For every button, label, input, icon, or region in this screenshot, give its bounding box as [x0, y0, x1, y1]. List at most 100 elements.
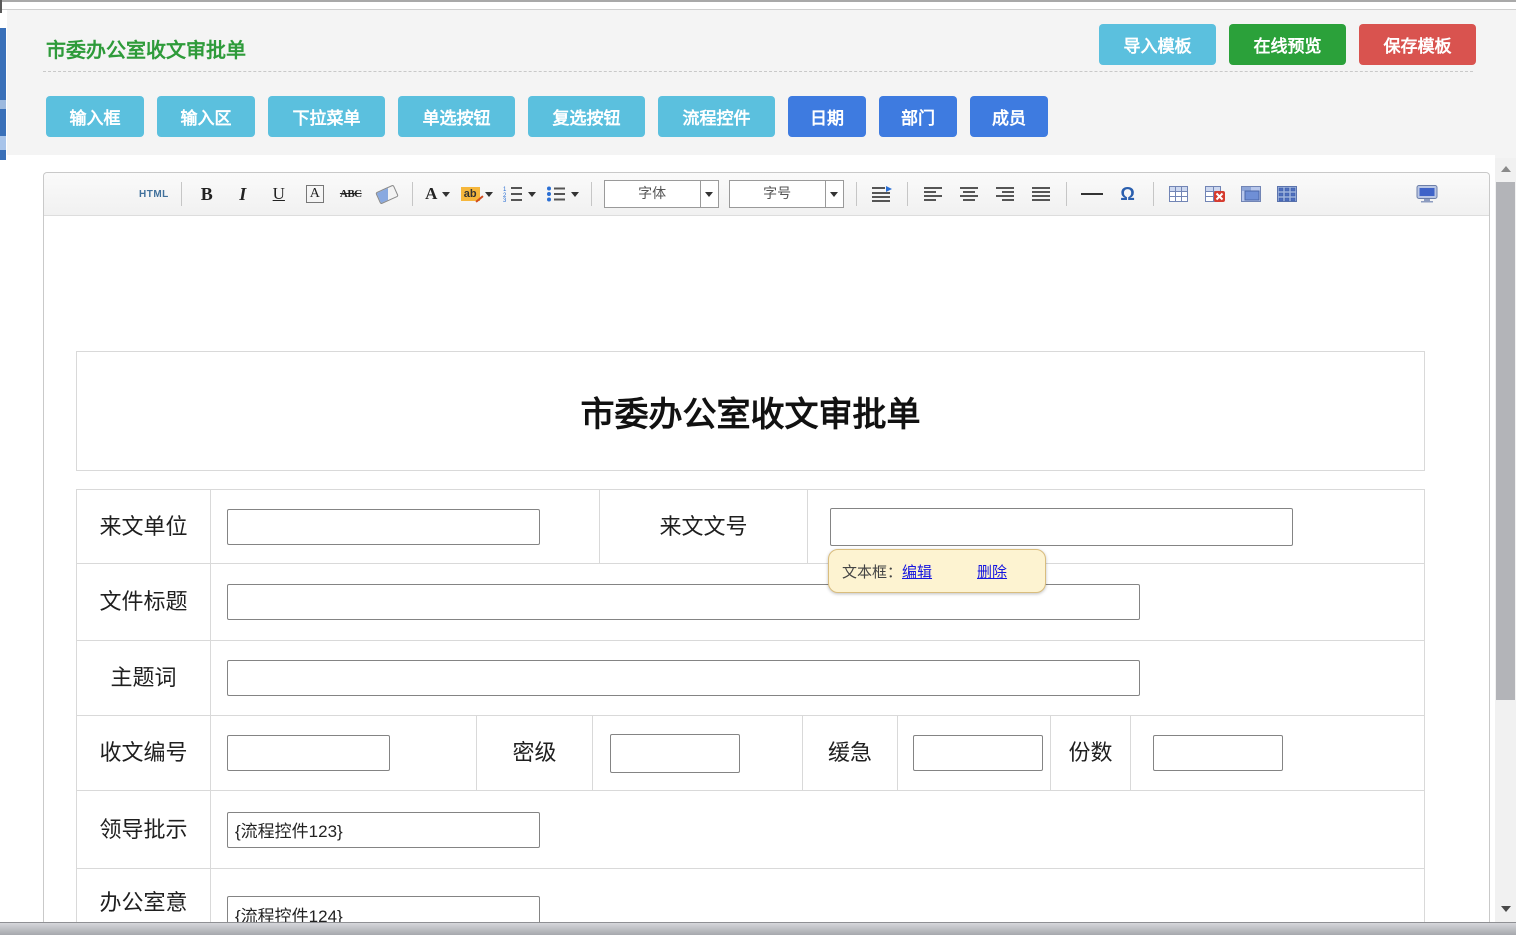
scroll-up-button[interactable]	[1495, 158, 1516, 180]
indent-icon	[872, 186, 892, 202]
indent-button[interactable]	[866, 180, 898, 208]
palette-checkbox-button[interactable]: 复选按钮	[528, 96, 645, 137]
table-row: 收文编号 密级 缓急 份数	[76, 716, 1425, 791]
dashed-divider	[43, 71, 1473, 72]
table-icon	[1169, 186, 1188, 202]
bold-button[interactable]: B	[191, 180, 223, 208]
table-cell-icon	[1241, 186, 1261, 202]
ordered-list-button[interactable]: 1 2 3	[500, 180, 539, 208]
highlight-icon: ab	[461, 187, 480, 201]
unordered-list-icon	[546, 186, 566, 202]
field-label: 主题词	[110, 662, 176, 694]
subject-words-input[interactable]	[227, 660, 1140, 696]
align-center-button[interactable]	[953, 180, 985, 208]
component-palette: 输入框 输入区 下拉菜单 单选按钮 复选按钮 流程控件 日期 部门 成员	[46, 96, 1048, 137]
vertical-scrollbar[interactable]	[1495, 158, 1516, 922]
format-block-button[interactable]: A	[299, 180, 331, 208]
leader-instructions-input[interactable]	[227, 812, 540, 848]
background-window-strip	[0, 28, 6, 160]
ordered-list-icon: 1 2 3	[503, 186, 523, 202]
import-template-button[interactable]: 导入模板	[1099, 24, 1216, 65]
editor-canvas[interactable]: 市委办公室收文审批单 来文单位 来文文号	[44, 216, 1489, 922]
app-header: 市委办公室收文审批单 导入模板 在线预览 保存模板 输入框 输入区 下拉菜单 单…	[7, 10, 1495, 155]
delete-control-link[interactable]: 删除	[977, 561, 1007, 582]
palette-date-button[interactable]: 日期	[788, 96, 866, 137]
italic-button[interactable]: I	[227, 180, 259, 208]
horizontal-rule-icon	[1081, 193, 1103, 195]
align-justify-button[interactable]	[1025, 180, 1057, 208]
palette-textarea-button[interactable]: 输入区	[157, 96, 255, 137]
editor-toolbar: HTML B I U A ABC A ab 1 2 3	[44, 173, 1489, 216]
align-justify-icon	[1032, 187, 1050, 201]
toolbar-separator	[412, 182, 413, 206]
secrecy-level-input[interactable]	[610, 734, 740, 773]
special-char-button[interactable]: Ω	[1112, 180, 1144, 208]
font-color-button[interactable]: A	[422, 180, 454, 208]
palette-radio-button[interactable]: 单选按钮	[398, 96, 515, 137]
horizontal-rule-button[interactable]	[1076, 180, 1108, 208]
insert-table-button[interactable]	[1163, 180, 1195, 208]
field-label: 办公室意见	[93, 887, 194, 922]
font-size-select[interactable]: 字号	[729, 180, 844, 208]
copies-count-input[interactable]	[1153, 735, 1283, 771]
arrow-down-icon	[1501, 906, 1511, 912]
font-size-value: 字号	[730, 181, 825, 207]
palette-member-button[interactable]: 成员	[970, 96, 1048, 137]
svg-text:3: 3	[503, 198, 507, 202]
edit-control-link[interactable]: 编辑	[902, 561, 932, 582]
scrollbar-column	[1495, 10, 1516, 922]
palette-flow-control-button[interactable]: 流程控件	[658, 96, 775, 137]
strikethrough-button[interactable]: ABC	[335, 180, 367, 208]
remove-format-button[interactable]	[371, 180, 403, 208]
delete-table-button[interactable]	[1199, 180, 1231, 208]
scrollbar-thumb[interactable]	[1496, 182, 1515, 700]
align-right-button[interactable]	[989, 180, 1021, 208]
rich-text-editor: HTML B I U A ABC A ab 1 2 3	[43, 172, 1490, 922]
font-family-select[interactable]: 字体	[604, 180, 719, 208]
tooltip-label: 文本框：	[842, 561, 902, 582]
table-row: 文件标题	[76, 564, 1425, 641]
incoming-unit-input[interactable]	[227, 509, 540, 545]
palette-input-box-button[interactable]: 输入框	[46, 96, 144, 137]
arrow-up-icon	[1501, 166, 1511, 172]
toolbar-separator	[907, 182, 908, 206]
chevron-down-icon	[442, 192, 450, 197]
save-template-button[interactable]: 保存模板	[1359, 24, 1476, 65]
align-center-icon	[960, 187, 978, 201]
incoming-doc-number-input[interactable]	[830, 508, 1293, 546]
urgency-input[interactable]	[913, 735, 1043, 771]
document-title-cell: 市委办公室收文审批单	[76, 351, 1425, 471]
toolbar-separator	[1153, 182, 1154, 206]
table-row: 来文单位 来文文号	[76, 489, 1425, 564]
palette-dropdown-button[interactable]: 下拉菜单	[268, 96, 385, 137]
chevron-down-icon	[830, 192, 838, 197]
eraser-icon	[375, 184, 399, 204]
fullscreen-button[interactable]	[1411, 180, 1443, 208]
scroll-down-button[interactable]	[1495, 898, 1516, 920]
online-preview-button[interactable]: 在线预览	[1229, 24, 1346, 65]
window-top-edge	[0, 0, 1516, 10]
align-left-button[interactable]	[917, 180, 949, 208]
chevron-down-icon	[528, 192, 536, 197]
select-arrow[interactable]	[700, 181, 718, 207]
unordered-list-button[interactable]	[543, 180, 582, 208]
field-label: 收文编号	[99, 737, 187, 769]
control-tooltip: 文本框： 编辑 删除	[828, 549, 1046, 593]
table-props-button[interactable]	[1271, 180, 1303, 208]
source-code-button[interactable]: HTML	[136, 180, 172, 208]
office-opinion-input[interactable]	[227, 896, 540, 922]
table-delete-icon	[1205, 186, 1225, 202]
table-cell-props-button[interactable]	[1235, 180, 1267, 208]
chevron-down-icon	[705, 192, 713, 197]
underline-button[interactable]: U	[263, 180, 295, 208]
toolbar-separator	[181, 182, 182, 206]
table-row: 主题词	[76, 641, 1425, 716]
window-bottom-edge	[0, 922, 1516, 935]
chevron-down-icon	[485, 192, 493, 197]
toolbar-separator	[856, 182, 857, 206]
select-arrow[interactable]	[825, 181, 843, 207]
table-row: 办公室意见	[76, 869, 1425, 922]
receipt-number-input[interactable]	[227, 735, 390, 771]
palette-department-button[interactable]: 部门	[879, 96, 957, 137]
highlight-color-button[interactable]: ab	[458, 180, 496, 208]
